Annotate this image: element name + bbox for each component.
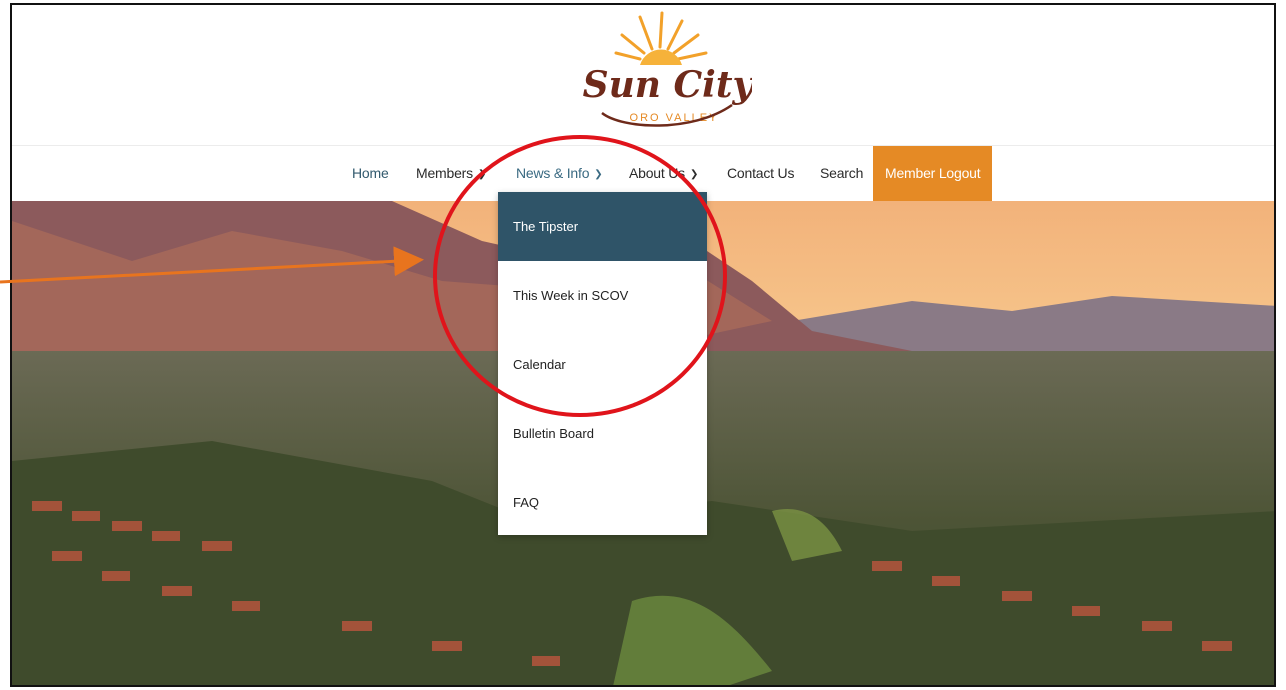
nav-contact-us-label: Contact Us [727, 165, 795, 181]
chevron-down-icon: ❯ [477, 169, 487, 180]
dropdown-item-faq[interactable]: FAQ [498, 468, 707, 537]
dropdown-item-bulletin-board[interactable]: Bulletin Board [498, 399, 707, 468]
nav-search-label: Search [820, 165, 864, 181]
nav-members[interactable]: Members ❯ [416, 146, 486, 201]
dropdown-item-the-tipster[interactable]: The Tipster [498, 192, 707, 261]
nav-home-label: Home [352, 165, 389, 181]
nav-members-label: Members [416, 165, 473, 181]
dropdown-item-label: The Tipster [513, 219, 579, 234]
news-info-dropdown: The Tipster This Week in SCOV Calendar B… [498, 192, 707, 535]
nav-search[interactable]: Search [820, 146, 863, 201]
nav-about-us-label: About Us [629, 165, 685, 181]
sun-city-logo[interactable]: Sun City ORO VALLEY [582, 9, 752, 139]
dropdown-item-label: Calendar [513, 357, 566, 372]
site-header: Sun City ORO VALLEY [12, 5, 1274, 146]
logo-wordmark: Sun City [583, 64, 752, 106]
member-logout-button[interactable]: Member Logout [873, 146, 993, 201]
dropdown-item-label: Bulletin Board [513, 426, 594, 441]
dropdown-item-label: This Week in SCOV [513, 288, 629, 303]
dropdown-item-label: FAQ [513, 495, 540, 510]
nav-home[interactable]: Home [352, 146, 389, 201]
member-logout-label: Member Logout [885, 165, 981, 181]
dropdown-item-calendar[interactable]: Calendar [498, 330, 707, 399]
dropdown-item-this-week-in-scov[interactable]: This Week in SCOV [498, 261, 707, 330]
browser-viewport: Sun City ORO VALLEY Home Members ❯ News &… [10, 3, 1276, 687]
nav-contact-us[interactable]: Contact Us [727, 146, 794, 201]
nav-news-info-label: News & Info [516, 165, 590, 181]
